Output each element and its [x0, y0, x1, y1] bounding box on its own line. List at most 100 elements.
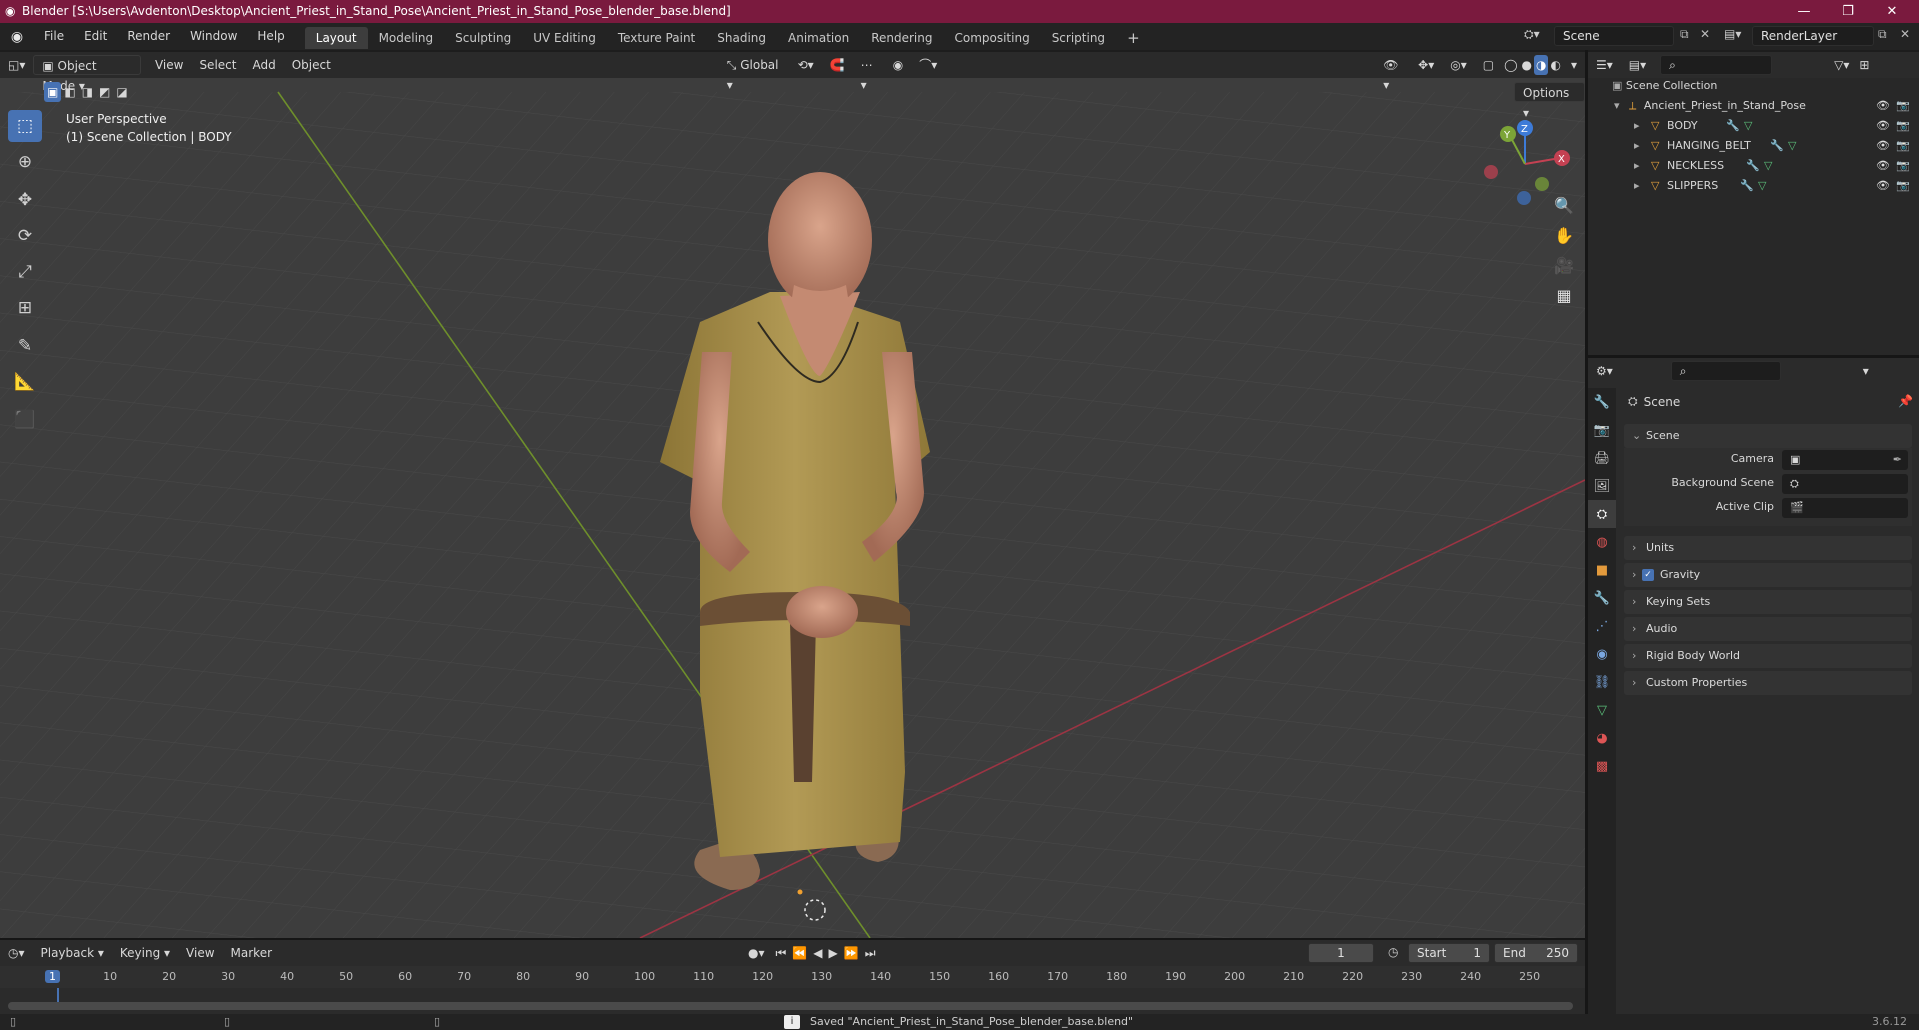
tab-texture-paint[interactable]: Texture Paint [607, 27, 706, 49]
jump-start-icon[interactable]: ⏮ [773, 943, 790, 963]
pivot-icon[interactable]: ⟲▾ [790, 55, 822, 75]
eyedropper-icon[interactable]: ✒ [1893, 450, 1902, 470]
delete-scene-icon[interactable]: ✕ [1700, 27, 1710, 41]
new-scene-icon[interactable]: ⧉ [1680, 27, 1689, 42]
tab-rendering[interactable]: Rendering [860, 27, 943, 49]
tool-tab-icon[interactable]: 🔧 [1588, 388, 1616, 416]
render-camera-icon[interactable]: 📷 [1896, 116, 1910, 136]
select-box-tool-icon[interactable]: ⬚ [8, 110, 42, 142]
next-keyframe-icon[interactable]: ⏩ [841, 943, 862, 963]
visibility-eye-icon[interactable]: 👁 [1876, 176, 1890, 196]
tab-animation[interactable]: Animation [777, 27, 860, 49]
custom-properties-panel[interactable]: › Custom Properties [1624, 671, 1912, 695]
3d-viewport[interactable]: ◱▾ ▣ Object Mode ▾ View Select Add Objec… [0, 52, 1585, 938]
output-tab-icon[interactable]: 🖨 [1588, 444, 1616, 472]
tab-scripting[interactable]: Scripting [1041, 27, 1116, 49]
world-tab-icon[interactable]: ◍ [1588, 528, 1616, 556]
pan-hand-icon[interactable]: ✋ [1549, 220, 1579, 250]
delete-renderlayer-icon[interactable]: ✕ [1900, 27, 1910, 41]
zoom-icon[interactable]: 🔍 [1549, 190, 1579, 220]
material-shading-icon[interactable]: ◑ [1534, 55, 1549, 75]
modifier-wrench-icon[interactable]: 🔧 [1746, 156, 1760, 176]
cursor-tool-icon[interactable]: ⊕ [8, 146, 42, 178]
add-workspace-icon[interactable]: + [1116, 27, 1151, 49]
outliner-row-scene-collection[interactable]: ▣ Scene Collection [1588, 76, 1919, 96]
visibility-icon[interactable]: 👁▾ [1375, 55, 1410, 92]
data-tab-icon[interactable]: ▽ [1588, 696, 1616, 724]
expand-arrow-icon[interactable]: ▸ [1634, 119, 1640, 132]
camera-field[interactable]: ▣ ✒ [1782, 450, 1908, 470]
ortho-grid-icon[interactable]: ▦ [1549, 280, 1579, 310]
wireframe-shading-icon[interactable]: ◯ [1502, 55, 1519, 75]
units-panel[interactable]: › Units [1624, 536, 1912, 560]
visibility-eye-icon[interactable]: 👁 [1876, 136, 1890, 156]
display-mode-icon[interactable]: ▤▾ [1621, 55, 1654, 75]
gravity-checkbox[interactable]: ✓ [1642, 569, 1654, 581]
renderlayer-selector-icon[interactable]: ▤▾ [1724, 27, 1741, 41]
modifier-tab-icon[interactable]: 🔧 [1588, 584, 1616, 612]
object-tab-icon[interactable]: ■ [1588, 556, 1616, 584]
modifier-wrench-icon[interactable]: 🔧 [1770, 136, 1784, 156]
keying-menu[interactable]: Keying ▾ [112, 943, 178, 963]
play-icon[interactable]: ▶ [826, 943, 841, 963]
frame-ruler[interactable]: 1 10 20 30 40 50 60 70 80 90 100 110 120 130 140 150 160… [0, 966, 1585, 988]
visibility-eye-icon[interactable]: 👁 [1876, 96, 1890, 116]
filter-icon[interactable]: ▽▾ [1826, 55, 1857, 75]
snap-icon[interactable]: 🧲 [822, 55, 853, 75]
properties-editor[interactable]: ⚙▾ ⌕ ▾ 🔧 📷 🖨 🖼 ⛭ ◍ ■ 🔧 ⋰ ◉ ⛓ ▽ ◕ ▩ ⛭ Sce… [1588, 358, 1919, 1014]
view-layer-tab-icon[interactable]: 🖼 [1588, 472, 1616, 500]
mode-selector[interactable]: ▣ Object Mode ▾ [33, 55, 141, 93]
snap-target-icon[interactable]: ⋯▾ [853, 55, 885, 92]
shading-options-icon[interactable]: ▾ [1563, 55, 1585, 75]
menu-render[interactable]: Render [117, 23, 180, 50]
transform-tool-icon[interactable]: ⊞ [8, 292, 42, 324]
menu-file[interactable]: File [34, 23, 74, 50]
renderlayer-field[interactable]: RenderLayer [1752, 26, 1874, 46]
properties-editor-icon[interactable]: ⚙▾ [1588, 361, 1621, 381]
background-scene-field[interactable]: ⛭ [1782, 474, 1908, 494]
scale-tool-icon[interactable]: ⤢ [8, 256, 42, 288]
start-frame-field[interactable]: Start 1 [1408, 943, 1490, 963]
auto-keying-icon[interactable]: ●▾ [740, 943, 773, 963]
audio-panel[interactable]: › Audio [1624, 617, 1912, 641]
minimize-icon[interactable]: — [1784, 0, 1824, 23]
properties-search-input[interactable]: ⌕ [1670, 361, 1781, 381]
visibility-eye-icon[interactable]: 👁 [1876, 156, 1890, 176]
texture-tab-icon[interactable]: ▩ [1588, 752, 1616, 780]
outliner-row-slippers[interactable]: ▸ ▽ SLIPPERS 🔧 ▽ 👁 📷 [1588, 176, 1919, 196]
camera-view-icon[interactable]: 🎥 [1549, 250, 1579, 280]
new-renderlayer-icon[interactable]: ⧉ [1878, 27, 1887, 42]
outliner-row-hanging-belt[interactable]: ▸ ▽ HANGING_BELT 🔧 ▽ 👁 📷 [1588, 136, 1919, 156]
timeline[interactable]: ◷▾ Playback ▾ Keying ▾ View Marker ●▾ ⏮ … [0, 940, 1585, 1014]
visibility-eye-icon[interactable]: 👁 [1876, 116, 1890, 136]
add-menu[interactable]: Add [244, 55, 283, 75]
playback-menu[interactable]: Playback ▾ [33, 943, 112, 963]
tab-compositing[interactable]: Compositing [943, 27, 1040, 49]
orientation-selector[interactable]: ⤡ Global ▾ [719, 55, 790, 92]
mesh-data-icon[interactable]: ▽ [1744, 116, 1752, 136]
jump-end-icon[interactable]: ⏭ [862, 943, 879, 963]
editor-type-icon[interactable]: ◱▾ [0, 55, 33, 75]
maximize-icon[interactable]: ❐ [1828, 0, 1868, 23]
tab-modeling[interactable]: Modeling [368, 27, 445, 49]
rendered-shading-icon[interactable]: ◐ [1548, 55, 1562, 75]
expand-arrow-icon[interactable]: ▸ [1634, 139, 1640, 152]
outliner-row-neckless[interactable]: ▸ ▽ NECKLESS 🔧 ▽ 👁 📷 [1588, 156, 1919, 176]
view-menu[interactable]: View [147, 55, 191, 75]
select-subtract-icon[interactable]: ◨ [79, 82, 96, 102]
outliner-row-body[interactable]: ▸ ▽ BODY 🔧 ▽ 👁 📷 [1588, 116, 1919, 136]
expand-arrow-icon[interactable]: ▸ [1634, 159, 1640, 172]
play-reverse-icon[interactable]: ◀ [810, 943, 825, 963]
measure-tool-icon[interactable]: 📐 [8, 366, 42, 398]
menu-help[interactable]: Help [247, 23, 294, 50]
render-tab-icon[interactable]: 📷 [1588, 416, 1616, 444]
material-tab-icon[interactable]: ◕ [1588, 724, 1616, 752]
annotate-tool-icon[interactable]: ✎ [8, 330, 42, 362]
keying-sets-panel[interactable]: › Keying Sets [1624, 590, 1912, 614]
properties-options-icon[interactable]: ▾ [1855, 361, 1877, 381]
tab-layout[interactable]: Layout [304, 27, 368, 49]
solid-shading-icon[interactable]: ● [1520, 55, 1534, 75]
render-camera-icon[interactable]: 📷 [1896, 176, 1910, 196]
blender-menu-icon[interactable]: ◉ [0, 29, 34, 45]
end-frame-field[interactable]: End 250 [1494, 943, 1578, 963]
